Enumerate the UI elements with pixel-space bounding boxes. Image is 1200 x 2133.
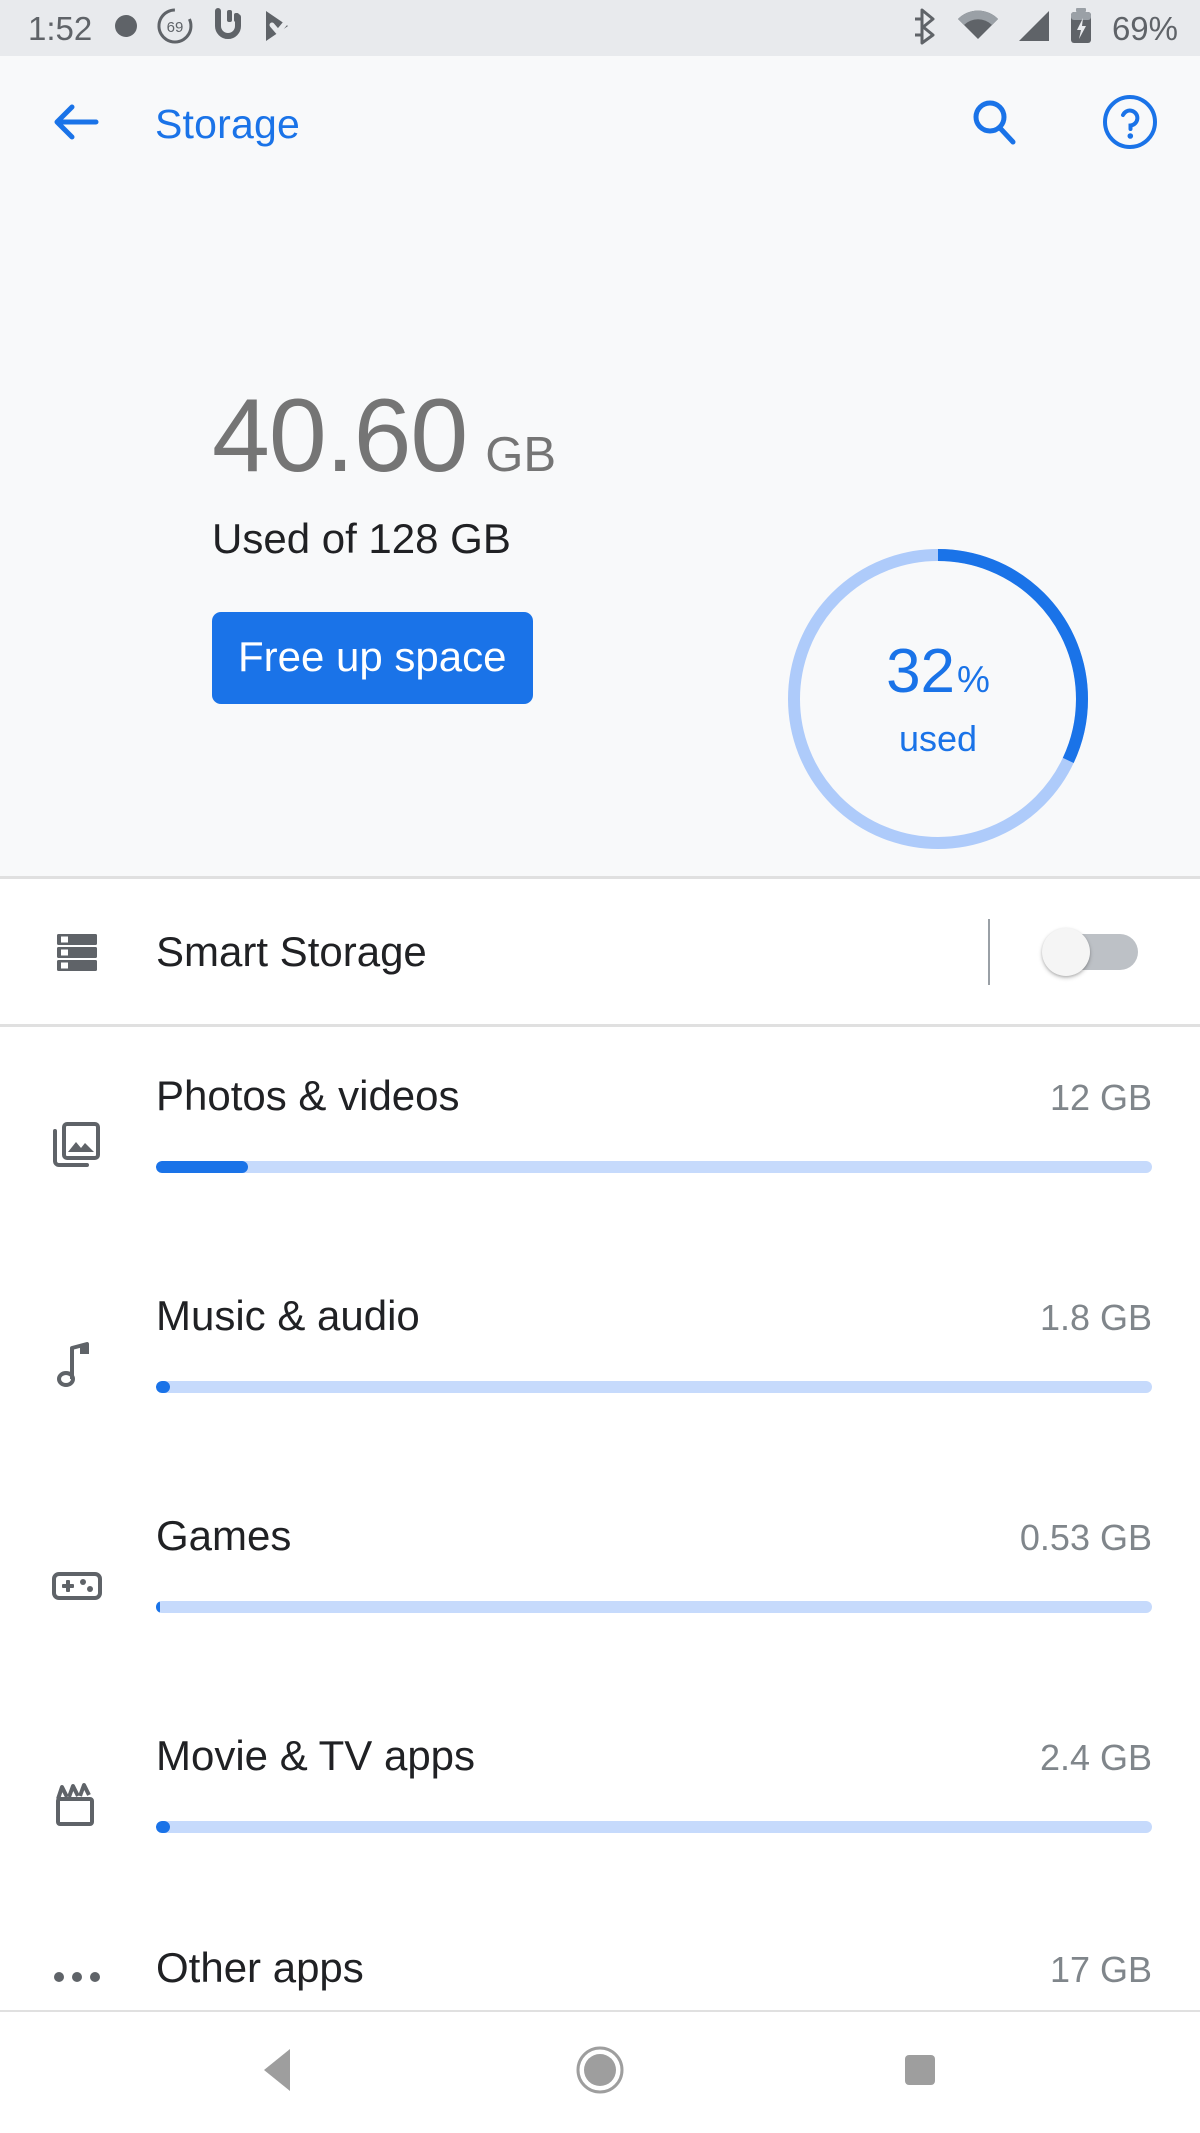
search-icon (966, 94, 1022, 155)
data-saver-69-icon: 69 (156, 6, 194, 50)
wifi-icon (956, 9, 1000, 48)
list-item-size: 17 GB (1049, 1949, 1152, 1990)
status-bar-left: 1:52 69 (28, 6, 294, 50)
nav-home-circle-icon (574, 2044, 626, 2101)
list-item[interactable]: Movie & TV apps 2.4 GB (0, 1687, 1200, 1907)
status-bar-right: 69% (911, 7, 1178, 50)
used-amount-value: 40.60 (212, 378, 468, 494)
list-item-header: Games 0.53 GB (156, 1515, 1152, 1557)
arrow-back-icon (48, 94, 104, 155)
page-title: Storage (155, 100, 301, 147)
bluetooth-icon (911, 7, 941, 50)
used-amount-unit: GB (485, 428, 557, 482)
used-amount-row: 40.60 GB (212, 384, 556, 488)
list-item[interactable]: Other apps 17 GB (0, 1907, 1200, 2010)
sidebar-item-smart-storage[interactable]: Smart Storage (0, 879, 1200, 1027)
app-bar: Storage (0, 56, 1200, 192)
photo-library-icon (44, 1117, 110, 1173)
list-item-header: Other apps 17 GB (156, 1947, 1152, 1989)
storage-summary-left: 40.60 GB Used of 128 GB Free up space (0, 192, 556, 704)
nav-recents-button[interactable] (860, 2028, 980, 2118)
usage-bar (156, 1381, 1152, 1393)
toggle-thumb (1042, 927, 1090, 976)
movie-clapper-icon (44, 1777, 110, 1833)
toggle-divider (988, 918, 990, 985)
donut-center-labels: 32 % used (783, 544, 1093, 854)
search-button[interactable] (958, 88, 1030, 160)
smart-storage-toggle[interactable] (1042, 927, 1138, 976)
smart-storage-label: Smart Storage (156, 927, 427, 975)
nav-back-button[interactable] (220, 2028, 340, 2118)
usage-bar (156, 1821, 1152, 1833)
list-item-size: 12 GB (1049, 1077, 1152, 1118)
nav-home-button[interactable] (540, 2028, 660, 2118)
cell-signal-icon (1015, 9, 1053, 48)
smart-storage-right (988, 918, 1164, 985)
free-up-space-button[interactable]: Free up space (212, 612, 533, 704)
list-item[interactable]: Games 0.53 GB (0, 1467, 1200, 1687)
list-item-label: Movie & TV apps (156, 1732, 476, 1779)
list-item-label: Other apps (156, 1944, 364, 1991)
list-item-label: Games (156, 1512, 292, 1559)
storage-summary-section: 40.60 GB Used of 128 GB Free up space 32… (0, 192, 1200, 879)
status-clock: 1:52 (28, 9, 93, 47)
usage-bar-fill (156, 1161, 248, 1173)
list-item-body: Movie & TV apps 2.4 GB (156, 1687, 1152, 1833)
usage-bar-fill (156, 1821, 170, 1833)
list-item-label: Music & audio (156, 1292, 420, 1339)
system-navigation-bar (0, 2010, 1200, 2133)
music-note-icon (44, 1337, 110, 1393)
storage-list: Smart Storage Photos & videos 12 GB Musi… (0, 879, 1200, 2010)
status-bar: 1:52 69 69% (0, 0, 1200, 56)
back-button[interactable] (44, 92, 108, 156)
list-item-header: Movie & TV apps 2.4 GB (156, 1735, 1152, 1777)
list-item-label: Photos & videos (156, 1072, 460, 1119)
usage-bar (156, 1161, 1152, 1173)
donut-percent-value: 32 (886, 637, 956, 706)
list-item[interactable]: Music & audio 1.8 GB (0, 1247, 1200, 1467)
nav-back-triangle-icon (258, 2045, 302, 2100)
list-item-body: Games 0.53 GB (156, 1467, 1152, 1613)
nav-recents-square-icon (899, 2049, 941, 2096)
storage-donut-chart: 32 % used (783, 544, 1093, 854)
play-store-check-icon (262, 7, 294, 50)
more-horiz-icon (44, 1967, 110, 1987)
battery-charging-icon (1068, 7, 1094, 50)
storage-bars-icon (44, 925, 110, 979)
donut-percent-sign: % (957, 659, 990, 700)
list-item-body: Other apps 17 GB (156, 1907, 1152, 2010)
svg-text:69: 69 (167, 19, 184, 36)
battery-percent-label: 69% (1111, 9, 1178, 47)
dot-icon (113, 13, 139, 44)
list-item[interactable]: Photos & videos 12 GB (0, 1027, 1200, 1247)
list-item-header: Photos & videos 12 GB (156, 1075, 1152, 1117)
storage-settings-screen: 1:52 69 69% Storage 40.60 GB Used of 128… (0, 0, 1200, 2133)
gamepad-icon (44, 1557, 110, 1613)
donut-caption: used (898, 718, 978, 759)
list-item-body: Music & audio 1.8 GB (156, 1247, 1152, 1393)
help-circle-icon (1101, 93, 1159, 156)
help-button[interactable] (1094, 88, 1166, 160)
list-item-body: Photos & videos 12 GB (156, 1027, 1152, 1173)
list-item-size: 1.8 GB (1039, 1297, 1152, 1338)
list-item-header: Music & audio 1.8 GB (156, 1295, 1152, 1337)
usage-bar-fill (156, 1601, 160, 1613)
used-of-total-label: Used of 128 GB (212, 515, 511, 562)
donut-percent-row: 32 % (886, 641, 990, 703)
list-item-size: 0.53 GB (1019, 1517, 1152, 1558)
do-not-disturb-icon (211, 7, 245, 50)
usage-bar-fill (156, 1381, 170, 1393)
usage-bar (156, 1601, 1152, 1613)
list-item-size: 2.4 GB (1039, 1737, 1152, 1778)
